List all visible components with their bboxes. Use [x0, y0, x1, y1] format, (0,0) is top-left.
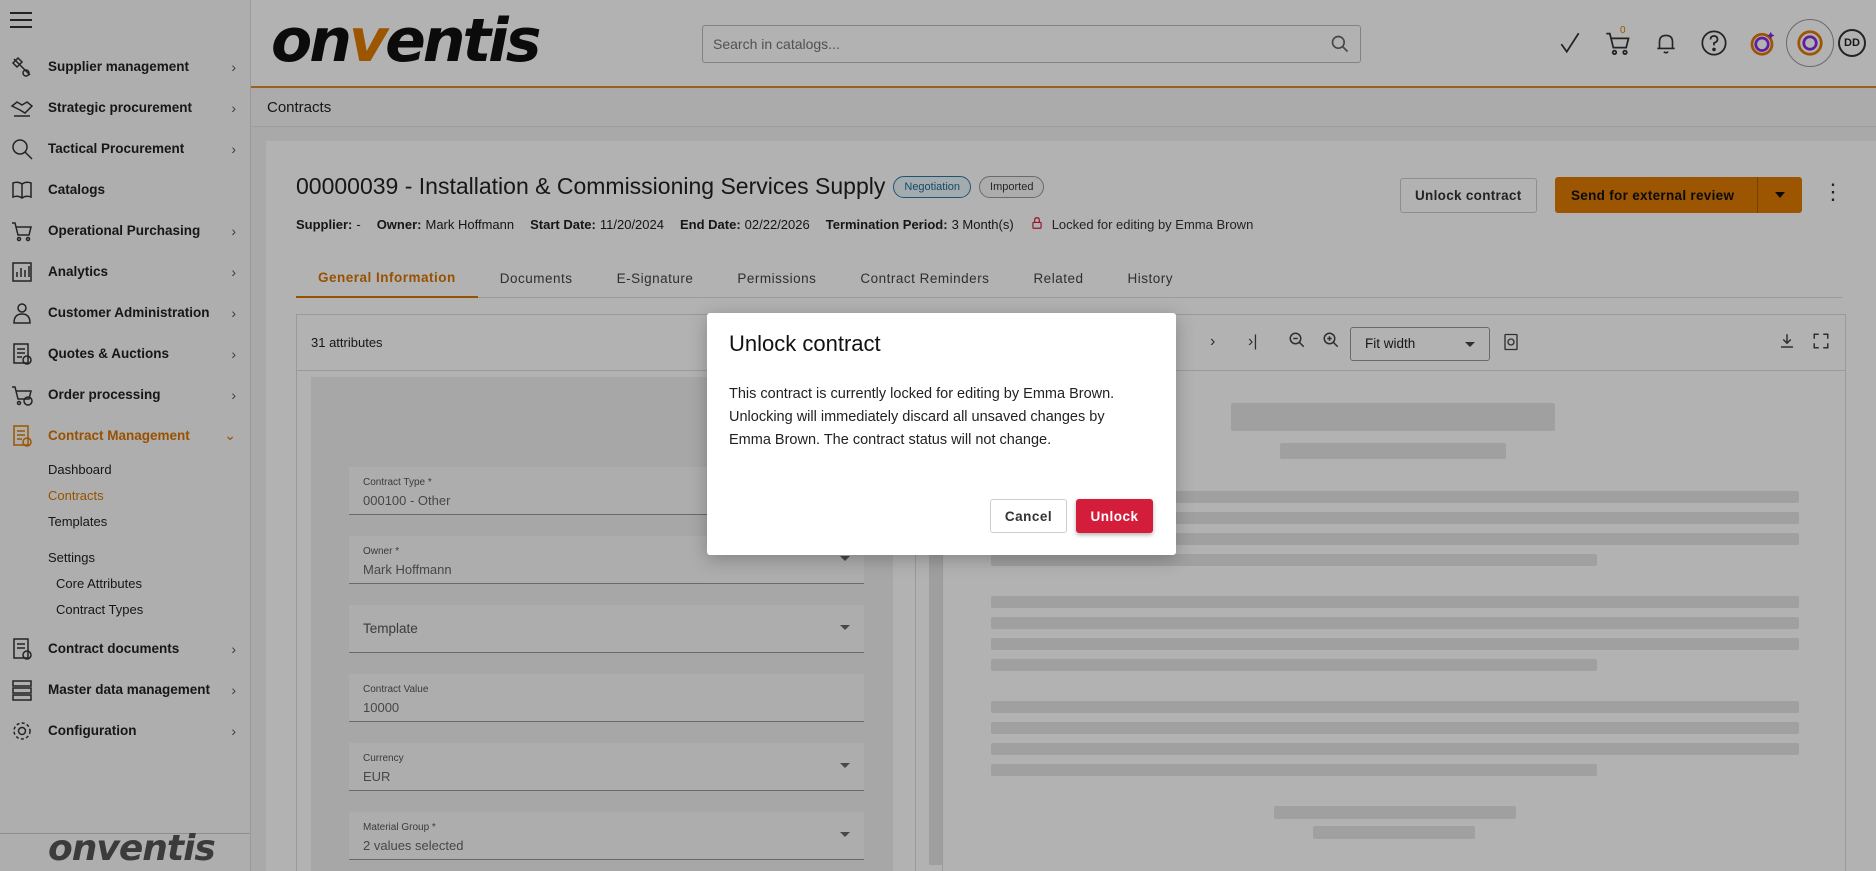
dialog-title: Unlock contract	[729, 331, 881, 356]
unlock-contract-dialog: Unlock contract This contract is current…	[707, 313, 1176, 555]
cancel-button[interactable]: Cancel	[990, 499, 1067, 533]
dialog-message: This contract is currently locked for ed…	[729, 386, 1115, 448]
unlock-button[interactable]: Unlock	[1076, 499, 1153, 533]
